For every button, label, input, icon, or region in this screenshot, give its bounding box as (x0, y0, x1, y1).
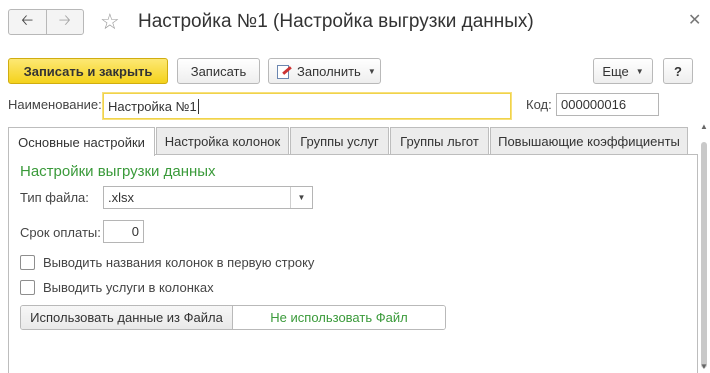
name-input[interactable]: Настройка №1 (103, 93, 511, 119)
tab-bar: Основные настройки Настройка колонок Гру… (8, 127, 698, 156)
checkbox-services-row[interactable]: Выводить услуги в колонках (20, 280, 214, 295)
checkbox-headers-row[interactable]: Выводить названия колонок в первую строк… (20, 255, 314, 270)
save-button[interactable]: Записать (177, 58, 260, 84)
forward-button[interactable]: 🡢 (45, 10, 84, 34)
star-icon[interactable]: ☆ (100, 8, 120, 36)
fill-button-label: Заполнить (297, 63, 361, 79)
name-label: Наименование: (8, 97, 102, 112)
tab-column-settings[interactable]: Настройка колонок (156, 127, 289, 155)
payment-term-input[interactable]: 0 (103, 220, 144, 243)
checkbox-services-label: Выводить услуги в колонках (43, 280, 214, 295)
more-button[interactable]: Еще ▼ (593, 58, 653, 84)
fill-button[interactable]: Заполнить ▼ (268, 58, 381, 84)
section-title: Настройки выгрузки данных (20, 163, 216, 180)
arrow-right-icon: 🡢 (58, 11, 71, 29)
checkbox-headers[interactable] (20, 255, 35, 270)
name-input-value: Настройка №1 (108, 98, 197, 114)
file-type-label: Тип файла: (20, 190, 89, 205)
file-usage-toggle: Использовать данные из Файла Не использо… (20, 305, 446, 330)
chevron-down-icon: ▼ (367, 66, 376, 76)
text-cursor (197, 98, 199, 114)
use-file-data-button[interactable]: Использовать данные из Файла (21, 306, 233, 329)
chevron-down-icon[interactable]: ▼ (290, 187, 312, 208)
tab-coefficients[interactable]: Повышающие коэффициенты (490, 127, 688, 155)
code-input[interactable]: 000000016 (556, 93, 659, 116)
scroll-up-icon[interactable]: ▲ (700, 122, 708, 131)
chevron-down-icon: ▼ (635, 66, 644, 76)
code-label: Код: (526, 97, 552, 112)
navigation-buttons: 🡠 🡢 (8, 9, 84, 35)
window-title: Настройка №1 (Настройка выгрузки данных) (138, 11, 534, 32)
payment-term-value: 0 (131, 224, 139, 239)
tab-benefit-groups[interactable]: Группы льгот (390, 127, 489, 155)
vertical-scrollbar[interactable]: ▲ ▼ (699, 118, 710, 373)
tab-basic-settings[interactable]: Основные настройки (8, 127, 155, 156)
save-and-close-button[interactable]: Записать и закрыть (8, 58, 168, 84)
scroll-down-icon[interactable]: ▼ (700, 362, 708, 371)
checkbox-services[interactable] (20, 280, 35, 295)
help-button[interactable]: ? (663, 58, 693, 84)
back-button[interactable]: 🡠 (9, 10, 46, 34)
checkbox-headers-label: Выводить названия колонок в первую строк… (43, 255, 315, 270)
dont-use-file-button[interactable]: Не использовать Файл (233, 306, 445, 329)
fill-icon (275, 64, 292, 79)
file-type-value: .xlsx (108, 190, 134, 205)
more-button-label: Еще (602, 63, 629, 79)
arrow-left-icon: 🡠 (21, 11, 34, 29)
file-type-select[interactable]: .xlsx ▼ (103, 186, 313, 209)
scroll-thumb[interactable] (701, 142, 707, 368)
code-input-value: 000000016 (561, 97, 627, 112)
payment-term-label: Срок оплаты: (20, 225, 101, 240)
tab-service-groups[interactable]: Группы услуг (290, 127, 389, 155)
close-icon[interactable]: ✕ (688, 10, 701, 30)
